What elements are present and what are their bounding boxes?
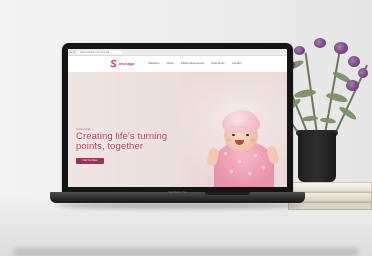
helmet xyxy=(222,110,260,132)
browser-close-dot[interactable] xyxy=(70,51,72,53)
s-logo-icon xyxy=(110,59,117,68)
nav-link-contact[interactable]: Contact xyxy=(232,61,242,67)
logo-text: Invisaga xyxy=(119,61,135,66)
site-logo[interactable]: Invisaga xyxy=(109,59,137,68)
desk-scene: www.example.com/your-site Invisaga Solut… xyxy=(0,0,372,256)
hero-baby-image xyxy=(202,110,287,187)
address-bar[interactable]: www.example.com/your-site xyxy=(78,50,122,54)
laptop-shadow xyxy=(56,202,302,209)
find-out-more-button[interactable]: Find Out More xyxy=(76,158,104,164)
nav-link-resources[interactable]: Resources xyxy=(211,61,224,67)
desk-shadow xyxy=(14,248,358,256)
laptop-brand: MacBook Pro xyxy=(168,191,187,194)
browser-toolbar: www.example.com/your-site xyxy=(68,49,287,56)
plant-pot xyxy=(298,132,336,182)
hero-headline: Creating life's turning points, together xyxy=(76,131,168,152)
nav-link-patient-experience[interactable]: Patient Experience xyxy=(181,61,204,67)
nav-link-solutions[interactable]: Solutions xyxy=(148,61,160,67)
browser-minimize-dot[interactable] xyxy=(73,51,75,53)
website-display: www.example.com/your-site Invisaga Solut… xyxy=(68,49,287,187)
laptop-base: MacBook Pro xyxy=(50,191,305,203)
main-nav: Solutions About Patient Experience Resou… xyxy=(148,61,241,67)
site-header: Invisaga Solutions About Patient Experie… xyxy=(68,56,287,72)
nav-link-about[interactable]: About xyxy=(167,61,174,67)
hero-section: Inspire Hope Creating life's turning poi… xyxy=(68,72,287,187)
laptop-screen: www.example.com/your-site Invisaga Solut… xyxy=(62,43,293,193)
